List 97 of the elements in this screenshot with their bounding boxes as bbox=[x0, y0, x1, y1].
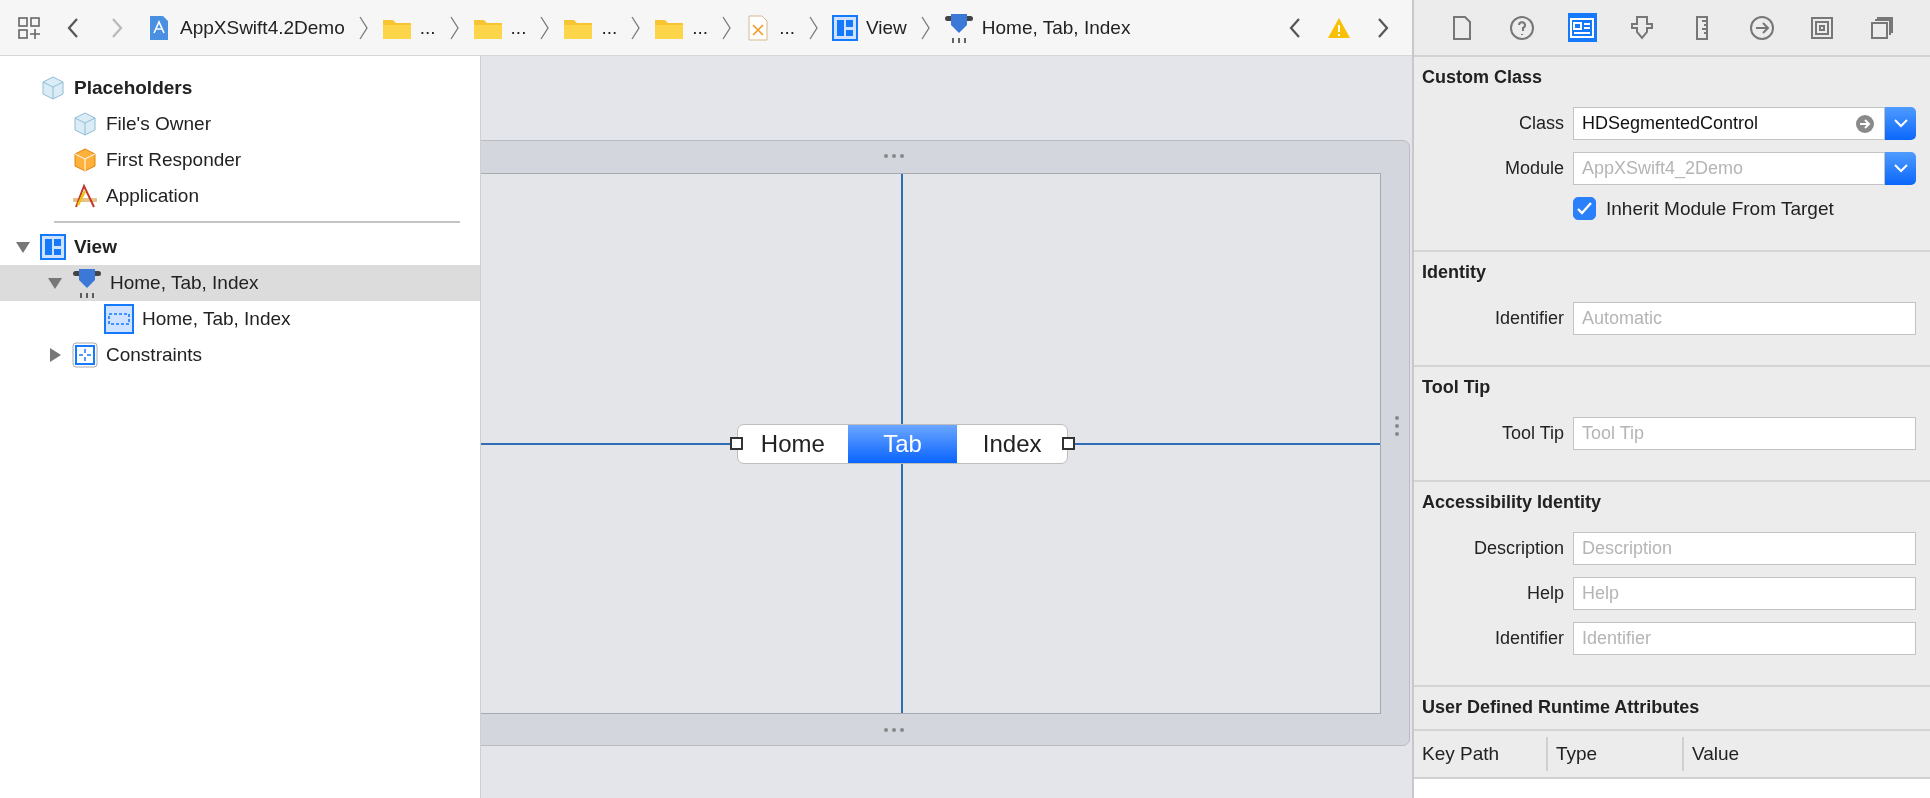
constraints-icon bbox=[72, 342, 98, 368]
outline-row[interactable]: Placeholders bbox=[0, 70, 480, 106]
chevron-icon bbox=[111, 16, 123, 39]
checkmark-icon bbox=[1577, 202, 1592, 215]
resize-handle-icon bbox=[882, 153, 906, 159]
separator-icon bbox=[920, 15, 930, 40]
segmented-control[interactable]: Home Tab Index bbox=[737, 424, 1068, 464]
outline-label: Placeholders bbox=[74, 77, 193, 99]
breadcrumb[interactable]: ... bbox=[654, 14, 709, 41]
segments-icon bbox=[104, 304, 134, 334]
outline-label: Home, Tab, Index bbox=[110, 272, 259, 294]
outline-row[interactable]: Application bbox=[0, 178, 480, 214]
resize-handle[interactable] bbox=[730, 437, 743, 450]
breadcrumb[interactable]: Home, Tab, Index bbox=[943, 11, 1131, 44]
disclosure-triangle-icon[interactable] bbox=[47, 347, 63, 363]
outline-label: Constraints bbox=[106, 344, 203, 366]
resize-handle-icon bbox=[1394, 414, 1400, 438]
text-field[interactable]: Help bbox=[1573, 577, 1916, 610]
column-header[interactable]: Type bbox=[1548, 737, 1684, 771]
column-header[interactable]: Key Path bbox=[1414, 737, 1548, 771]
outline-row[interactable]: First Responder bbox=[0, 142, 480, 178]
inspector-tab[interactable] bbox=[1747, 13, 1777, 42]
cube-icon bbox=[40, 75, 66, 101]
dropdown-button[interactable] bbox=[1885, 152, 1916, 185]
outline-label: View bbox=[74, 236, 117, 258]
outline-row[interactable]: Constraints bbox=[0, 337, 480, 373]
view-icon bbox=[831, 14, 858, 41]
separator-icon bbox=[540, 15, 550, 40]
outline-row[interactable]: File's Owner bbox=[0, 106, 480, 142]
text-field[interactable]: Description bbox=[1573, 532, 1916, 565]
section-title: User Defined Runtime Attributes bbox=[1421, 696, 1701, 719]
segment[interactable]: Index bbox=[957, 425, 1067, 463]
field-label: Module bbox=[1503, 158, 1564, 179]
grid-icon bbox=[17, 15, 41, 40]
arrow-circle-icon bbox=[1749, 14, 1775, 41]
field-label: Class bbox=[1518, 113, 1564, 134]
section-title: Tool Tip bbox=[1421, 376, 1492, 399]
chevron-icon bbox=[67, 16, 79, 39]
resize-handle-icon bbox=[882, 727, 906, 733]
separator-icon bbox=[449, 15, 459, 40]
field-label: Description bbox=[1472, 538, 1564, 559]
breadcrumb[interactable]: ... bbox=[381, 14, 436, 41]
disclosure-triangle-icon[interactable] bbox=[47, 275, 63, 291]
window-stack-icon bbox=[1869, 14, 1895, 41]
warning-icon bbox=[1327, 16, 1351, 39]
shield-icon bbox=[72, 267, 102, 299]
separator-icon bbox=[808, 15, 818, 40]
combo-field[interactable]: AppXSwift4_2Demo bbox=[1573, 152, 1885, 185]
inspector-tab[interactable] bbox=[1507, 13, 1537, 42]
text-field[interactable]: Tool Tip bbox=[1573, 417, 1916, 450]
outline-row[interactable]: View bbox=[0, 229, 480, 265]
outline-label: Home, Tab, Index bbox=[142, 308, 291, 330]
breadcrumb[interactable]: ... bbox=[472, 14, 527, 41]
separator-icon bbox=[358, 15, 368, 40]
cube-icon bbox=[72, 147, 98, 173]
segment[interactable]: Tab bbox=[847, 425, 958, 463]
checkbox-label: Inherit Module From Target bbox=[1606, 197, 1834, 220]
help-icon bbox=[1509, 14, 1535, 41]
text-field[interactable]: Identifier bbox=[1573, 622, 1916, 655]
outline-row[interactable]: Home, Tab, Index bbox=[0, 301, 480, 337]
resize-handle[interactable] bbox=[1062, 437, 1075, 450]
outline-label: Application bbox=[106, 185, 199, 207]
segment[interactable]: Home bbox=[738, 425, 848, 463]
dropdown-button[interactable] bbox=[1885, 107, 1916, 140]
cube-icon bbox=[72, 111, 98, 137]
field-label: Help bbox=[1525, 583, 1564, 604]
section-title: Accessibility Identity bbox=[1421, 491, 1603, 514]
arrow-circle-icon bbox=[1856, 115, 1874, 133]
field-label: Tool Tip bbox=[1500, 423, 1564, 444]
separator-icon bbox=[722, 15, 732, 40]
inspector-tab[interactable] bbox=[1567, 13, 1597, 42]
chevron-icon bbox=[1289, 16, 1301, 39]
breadcrumb[interactable]: ... bbox=[563, 14, 618, 41]
combo-field[interactable]: HDSegmentedControl bbox=[1573, 107, 1885, 140]
breadcrumb[interactable]: ... bbox=[745, 14, 795, 41]
outline-label: First Responder bbox=[106, 149, 242, 171]
view-icon bbox=[40, 234, 66, 260]
column-header[interactable]: Value bbox=[1684, 737, 1930, 771]
section-title: Custom Class bbox=[1421, 66, 1544, 89]
shield-icon bbox=[943, 11, 974, 44]
text-field[interactable]: Automatic bbox=[1573, 302, 1916, 335]
square-spiral-icon bbox=[1809, 14, 1835, 41]
caret-icon bbox=[1893, 119, 1908, 128]
disclosure-triangle-icon[interactable] bbox=[15, 239, 31, 255]
field-label: Identifier bbox=[1493, 628, 1564, 649]
breadcrumb[interactable]: View bbox=[831, 14, 907, 41]
checkbox[interactable] bbox=[1573, 197, 1596, 220]
outline-row[interactable]: Home, Tab, Index bbox=[0, 265, 480, 301]
app-icon bbox=[72, 183, 98, 209]
shield-icon bbox=[1629, 14, 1655, 41]
field-label: Identifier bbox=[1493, 308, 1564, 329]
outline-label: File's Owner bbox=[106, 113, 211, 135]
caret-icon bbox=[1893, 164, 1908, 173]
breadcrumb[interactable]: AppXSwift4.2Demo bbox=[146, 14, 345, 41]
separator-icon bbox=[631, 15, 641, 40]
section-title: Identity bbox=[1421, 261, 1487, 284]
chevron-icon bbox=[1377, 16, 1389, 39]
